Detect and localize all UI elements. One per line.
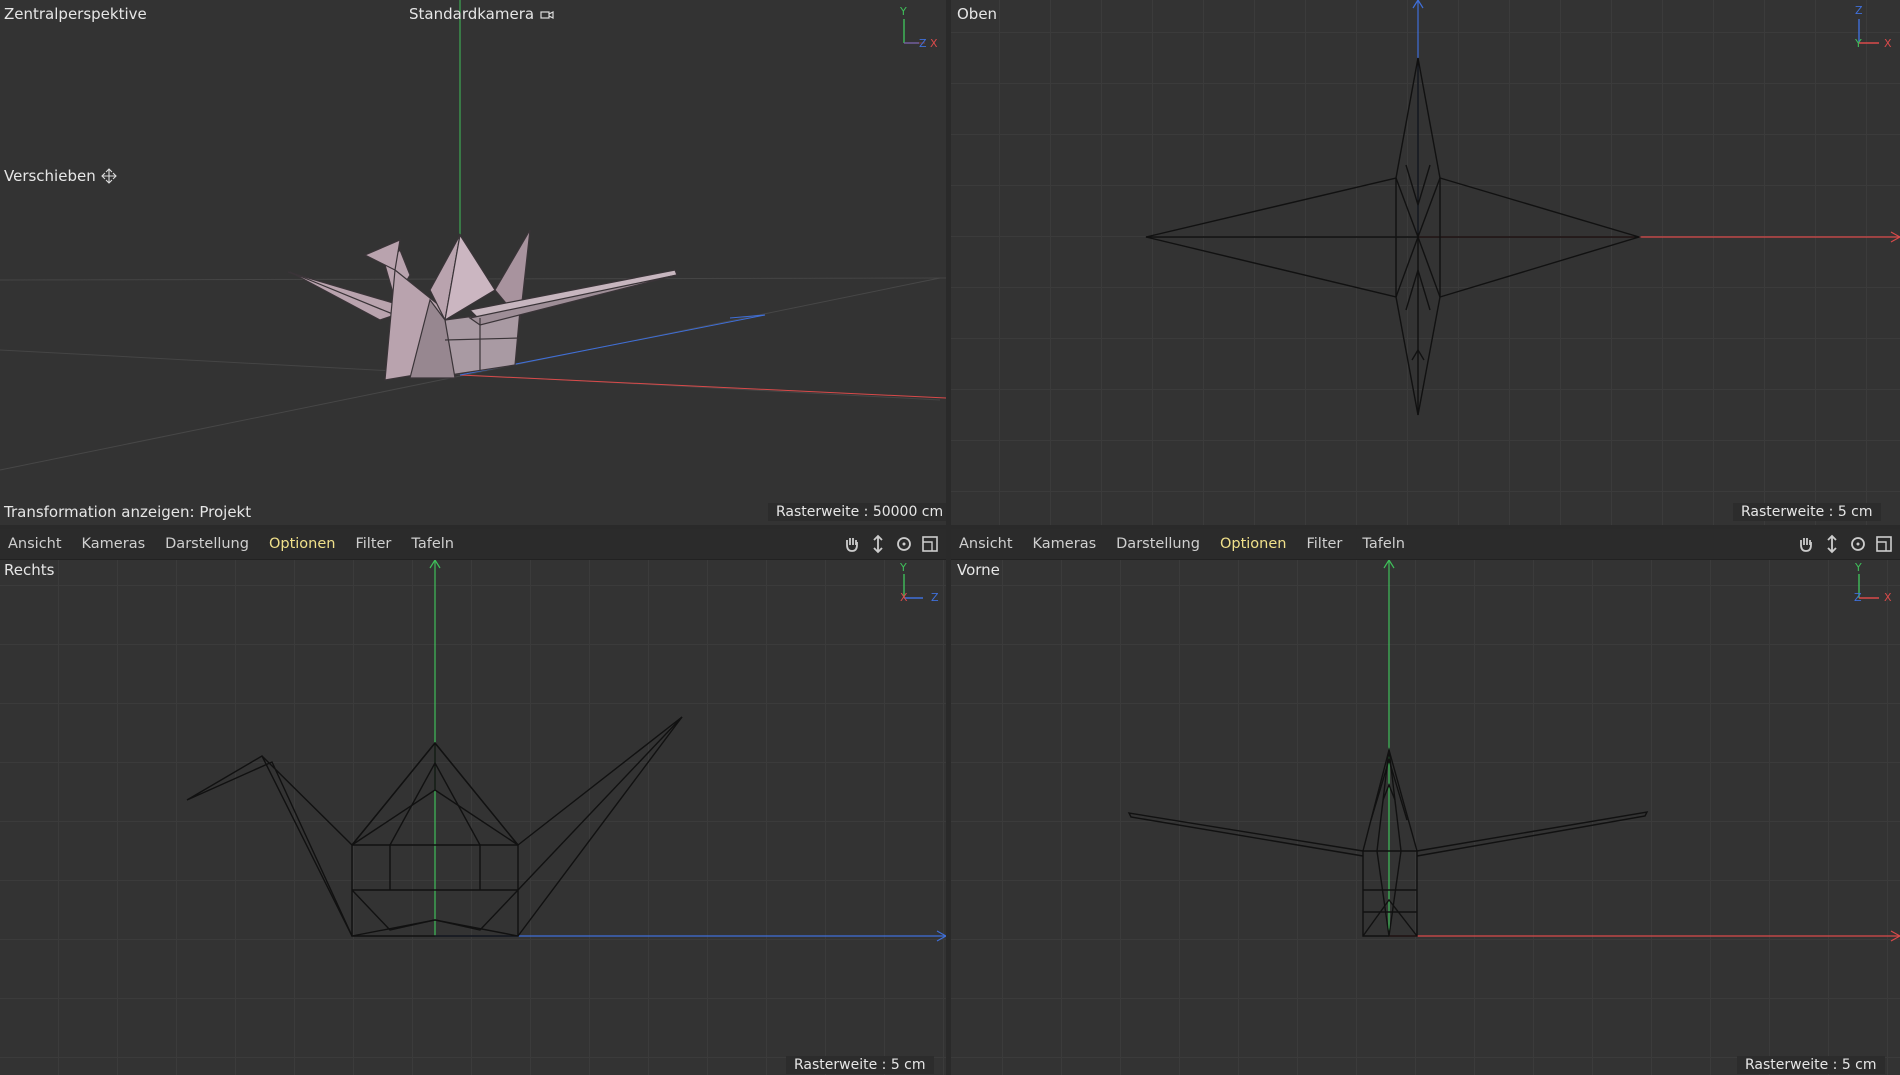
gizmo-y-label: Y	[900, 561, 907, 574]
view-tools	[1796, 534, 1900, 554]
top-scene	[1145, 0, 1900, 416]
menu-ansicht[interactable]: Ansicht	[951, 536, 1025, 552]
transform-info: Transformation anzeigen: Projekt	[4, 503, 252, 521]
active-tool-label[interactable]: Verschieben	[4, 167, 117, 185]
camera-label[interactable]: Standardkamera	[409, 5, 555, 23]
gizmo-z-label: Z	[919, 37, 927, 50]
gizmo-y-label: Y	[1855, 561, 1862, 574]
menu-tafeln[interactable]: Tafeln	[403, 536, 466, 552]
move-icon[interactable]	[1822, 534, 1842, 554]
view-tools	[842, 534, 946, 554]
menu-filter[interactable]: Filter	[1298, 536, 1354, 552]
gizmo-x-label: X	[1884, 37, 1892, 50]
viewport-front[interactable]: Vorne Rasterweite : 5 cm Y X Z	[951, 560, 1900, 1075]
viewport-title: Oben	[957, 5, 998, 23]
menu-filter[interactable]: Filter	[347, 536, 403, 552]
menu-darstellung[interactable]: Darstellung	[157, 536, 261, 552]
raster-width: Rasterweite : 5 cm	[1733, 503, 1881, 521]
menu-tafeln[interactable]: Tafeln	[1354, 536, 1417, 552]
right-scene	[186, 560, 946, 942]
menu-darstellung[interactable]: Darstellung	[1108, 536, 1212, 552]
gizmo-y-label: Y	[900, 5, 907, 18]
raster-width: Rasterweite : 50000 cm	[768, 503, 946, 521]
viewport-menubar-front: Ansicht Kameras Darstellung Optionen Fil…	[951, 529, 1900, 560]
move-icon[interactable]	[868, 534, 888, 554]
menu-optionen[interactable]: Optionen	[261, 536, 348, 552]
perspective-scene	[0, 0, 946, 471]
maximize-icon[interactable]	[920, 534, 940, 554]
gizmo-x-label: X	[1884, 591, 1892, 604]
viewport-top[interactable]: Oben Rasterweite : 5 cm Z X Y	[951, 0, 1900, 525]
move-cross-icon	[100, 168, 117, 184]
menu-optionen[interactable]: Optionen	[1212, 536, 1299, 552]
viewport-title: Zentralperspektive	[4, 5, 147, 23]
viewport-title: Rechts	[4, 561, 55, 579]
crane-wireframe-top	[1145, 57, 1642, 416]
tool-name: Verschieben	[4, 167, 96, 185]
viewport-right[interactable]: Rechts Rasterweite : 5 cm Y Z X	[0, 560, 946, 1075]
gizmo-y-label: Y	[1855, 37, 1862, 50]
gizmo-z-label: Z	[1855, 4, 1863, 17]
x-axis-line	[459, 374, 946, 399]
viewport-menubar-right: Ansicht Kameras Darstellung Optionen Fil…	[0, 529, 946, 560]
gizmo-z-label: Z	[931, 591, 939, 604]
gizmo-x-label: X	[900, 591, 908, 604]
gizmo-z-label: Z	[1854, 591, 1862, 604]
rotate-icon[interactable]	[894, 534, 914, 554]
rotate-icon[interactable]	[1848, 534, 1868, 554]
gizmo-x-label: X	[930, 37, 938, 50]
raster-width: Rasterweite : 5 cm	[1737, 1056, 1885, 1074]
front-scene	[1127, 560, 1900, 942]
hand-icon[interactable]	[842, 534, 862, 554]
hand-icon[interactable]	[1796, 534, 1816, 554]
camera-name: Standardkamera	[409, 5, 535, 23]
menu-kameras[interactable]: Kameras	[1025, 536, 1109, 552]
crane-wireframe-front	[1127, 747, 1649, 937]
maximize-icon[interactable]	[1874, 534, 1894, 554]
menu-kameras[interactable]: Kameras	[74, 536, 158, 552]
crane-model	[287, 229, 678, 381]
raster-width: Rasterweite : 5 cm	[786, 1056, 934, 1074]
viewport-title: Vorne	[957, 561, 1000, 579]
viewport-perspective[interactable]: Zentralperspektive Standardkamera Versch…	[0, 0, 946, 525]
menu-ansicht[interactable]: Ansicht	[0, 536, 74, 552]
camera-icon	[540, 11, 554, 19]
